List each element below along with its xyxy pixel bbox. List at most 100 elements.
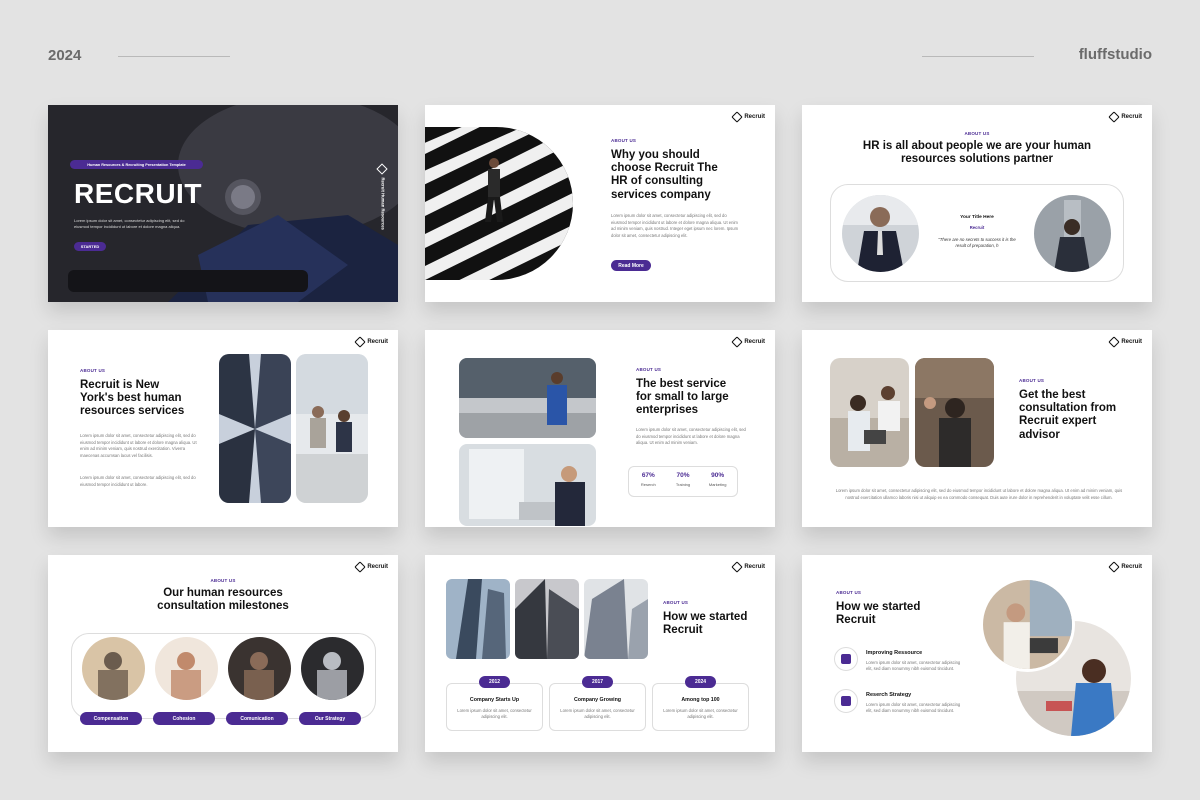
timeline-card: Among top 100 Lorem ipsum dolor sit amet,… (652, 683, 749, 731)
feature-title: Improving Ressource (866, 650, 923, 656)
consult-title: Get the best consultation from Recruit e… (1019, 389, 1117, 441)
milestones-title: Our human resources consultation milesto… (157, 587, 289, 613)
logo-icon (354, 336, 366, 348)
logo-icon (1108, 336, 1120, 348)
why-kicker: ABOUT US (611, 138, 637, 143)
consult-body: Lorem ipsum dolor sit amet, consectetur … (835, 488, 1123, 500)
stat-label: Reserch (640, 482, 656, 487)
slide-how-started[interactable]: Recruit ABOUT US How we started Recruit … (425, 555, 775, 752)
stat-value: 67% (641, 472, 655, 479)
slide-logo: Recruit (731, 111, 765, 123)
slide-logo: Recruit (354, 561, 388, 573)
hr-title: HR is all about people we are your human… (862, 140, 1092, 166)
feature-item: Reserch Strategy Lorem ipsum dolor sit am… (834, 688, 984, 715)
milestone-photo (301, 637, 364, 700)
slide-logo: Recruit (731, 336, 765, 348)
user-gear-icon (834, 647, 858, 671)
logo-icon (1108, 111, 1120, 123)
slide-how-started-2[interactable]: Recruit ABOUT US How we started Recruit … (802, 555, 1152, 752)
slide-logo: Recruit (354, 336, 388, 348)
stat-label: Training (675, 482, 691, 487)
slide-why-choose[interactable]: Recruit ABOUT US Why you should choose R… (425, 105, 775, 302)
milestone-label-button[interactable]: Our Strategy (299, 712, 361, 725)
best-body-1: Lorem ipsum dolor sit amet, consectetur … (80, 433, 197, 458)
header-divider-right (922, 56, 1034, 57)
timeline-year-badge: 2012 (479, 676, 510, 688)
started2-title: How we started Recruit (836, 601, 921, 627)
milestones-row: Compensation Cohesion Comunication Our Stra… (80, 637, 368, 727)
started-kicker: ABOUT US (663, 600, 689, 605)
feature-body: Lorem ipsum dolor sit amet, consectetur … (866, 660, 961, 672)
read-more-button[interactable]: Read More (611, 260, 651, 271)
timeline-year-badge: 2017 (582, 676, 613, 688)
cover-badge: Human Resources & Recruiting Presentatio… (70, 160, 203, 169)
street-businessman-photo (459, 358, 596, 438)
logo-icon (1108, 561, 1120, 573)
logo-icon (354, 561, 366, 573)
timeline-year-badge: 2024 (685, 676, 716, 688)
service-kicker: ABOUT US (636, 367, 662, 372)
building-photo-2 (515, 579, 579, 659)
handshake-icon (834, 688, 858, 713)
cover-body: Lorem ipsum dolor sit amet, consectetur … (74, 218, 185, 230)
slide-logo: Recruit (1108, 111, 1142, 123)
header-divider-left (118, 56, 230, 57)
cover-side-label: Recruit Human Resources (380, 177, 386, 230)
handshake-photo (296, 354, 368, 503)
timeline-card-body: Lorem ipsum dolor sit amet, consectetur … (560, 708, 635, 720)
started-title: How we started Recruit (663, 611, 748, 637)
hr-person-role: Recruit (969, 225, 985, 230)
stat-label: Marketing (708, 482, 727, 487)
slide-best-service[interactable]: Recruit ABOUT US The best service for sm… (425, 330, 775, 527)
service-title: The best service for small to large ente… (636, 378, 729, 417)
timeline-card: Company Growing Lorem ipsum dolor sit ame… (549, 683, 646, 731)
year-label: 2024 (48, 47, 82, 64)
milestone-label-button[interactable]: Comunication (226, 712, 288, 725)
cover-started-button[interactable]: STARTED (74, 242, 106, 251)
hr-quote: "There are no secrets to success it is t… (938, 237, 1016, 249)
service-body: Lorem ipsum dolor sit amet, consectetur … (636, 427, 746, 445)
slide-consultation[interactable]: Recruit ABOUT US Get the best consultati… (802, 330, 1152, 527)
meeting-photo-right (915, 358, 994, 467)
brand-name: fluffstudio (1078, 46, 1152, 63)
slide-milestones[interactable]: Recruit ABOUT US Our human resources con… (48, 555, 398, 752)
slide-logo: Recruit (731, 561, 765, 573)
why-body: Lorem ipsum dolor sit amet, consectetur … (611, 213, 739, 238)
slide-hr-partner[interactable]: Recruit ABOUT US HR is all about people … (802, 105, 1152, 302)
crosswalk-photo (425, 127, 573, 280)
feature-title: Reserch Strategy (866, 691, 912, 698)
timeline-row: Company Starts Up Lorem ipsum dolor sit a… (446, 676, 756, 736)
logo-icon (731, 561, 743, 573)
feature-item: Improving Ressource Lorem ipsum dolor sit… (834, 647, 984, 673)
feature-list: Improving Ressource Lorem ipsum dolor sit… (834, 647, 984, 730)
started2-kicker: ABOUT US (836, 590, 862, 595)
consult-kicker: ABOUT US (1019, 378, 1045, 383)
feature-body: Lorem ipsum dolor sit amet, consectetur … (866, 701, 961, 713)
stats-row: 67% Reserch 70% Training 90% Marketing (631, 472, 735, 487)
stat-item: 67% Reserch (633, 472, 663, 487)
stat-value: 90% (711, 472, 725, 479)
slide-cover[interactable]: Human Resources & Recruiting Presentatio… (48, 105, 398, 302)
milestone-label-button[interactable]: Cohesion (153, 712, 215, 725)
slide-logo: Recruit (1108, 561, 1142, 573)
timeline-card-title: Company Starts Up (469, 697, 520, 703)
milestone-label-button[interactable]: Compensation (80, 712, 142, 725)
building-photo-3 (584, 579, 648, 659)
timeline-card-body: Lorem ipsum dolor sit amet, consectetur … (663, 708, 738, 720)
hr-kicker: ABOUT US (964, 131, 990, 136)
office-laptop-photo (459, 444, 596, 526)
milestone-photo (228, 637, 291, 700)
logo-icon (731, 336, 743, 348)
building-photo-1 (446, 579, 510, 659)
businessman-photo-left (842, 195, 919, 272)
slide-logo: Recruit (1108, 336, 1142, 348)
milestone-photo (155, 637, 218, 700)
milestones-kicker: ABOUT US (210, 578, 236, 583)
timeline-card-title: Company Growing (573, 697, 622, 703)
timeline-card: Company Starts Up Lorem ipsum dolor sit a… (446, 683, 543, 731)
skyscraper-photo (219, 354, 291, 503)
best-title: Recruit is New York's best human resourc… (80, 379, 185, 418)
businessman-photo-right (1034, 195, 1111, 272)
slide-best-hr-services[interactable]: Recruit ABOUT US Recruit is New York's b… (48, 330, 398, 527)
best-kicker: ABOUT US (80, 368, 106, 373)
